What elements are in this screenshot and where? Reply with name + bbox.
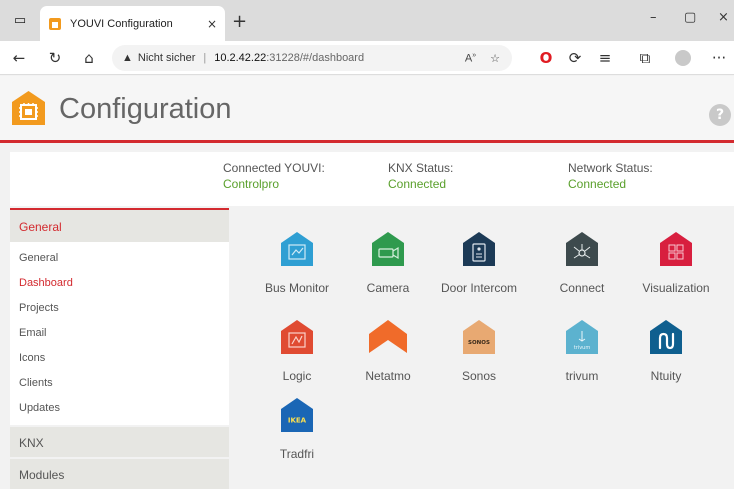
tile-label: Tradfri <box>279 447 315 461</box>
tile-connect[interactable]: Connect <box>532 231 632 295</box>
address-bar[interactable]: ▲ Nicht sicher | 10.2.42.22 :31228/#/das… <box>112 45 512 71</box>
network-status-label: Network Status: <box>568 161 653 175</box>
tab-actions-icon[interactable]: ▭ <box>8 8 32 32</box>
tile-netatmo[interactable]: Netatmo <box>338 319 438 383</box>
tile-label: Logic <box>282 369 312 383</box>
minimize-button[interactable]: – <box>650 10 657 25</box>
maximize-button[interactable]: ▢ <box>684 10 696 25</box>
help-icon[interactable]: ? <box>709 104 731 126</box>
youvi-logo-icon <box>12 91 45 125</box>
header-divider <box>0 140 734 143</box>
read-aloud-icon[interactable]: A» <box>465 52 476 65</box>
home-icon[interactable]: ⌂ <box>78 47 100 69</box>
tile-label: Bus Monitor <box>264 281 330 295</box>
knx-status: KNX Status: Connected <box>388 160 453 192</box>
sidebar-item-general[interactable]: General <box>10 246 229 271</box>
trivum-icon: trivum <box>566 320 598 354</box>
insecure-label: Nicht sicher <box>137 52 196 64</box>
tile-label: Ntuity <box>650 369 682 383</box>
address-path: :31228/#/dashboard <box>266 52 365 64</box>
browser-tab[interactable]: YOUVI Configuration × <box>40 6 225 41</box>
sidebar-item-icons[interactable]: Icons <box>10 346 229 371</box>
sidebar-item-dashboard[interactable]: Dashboard <box>10 271 229 296</box>
sidebar: General General Dashboard Projects Email… <box>10 208 229 489</box>
favorites-list-icon[interactable]: ≡ <box>594 47 616 69</box>
sidebar-item-email[interactable]: Email <box>10 321 229 346</box>
connected-youvi-value: Controlpro <box>223 177 280 191</box>
favorite-star-icon[interactable]: ☆ <box>490 52 500 65</box>
page-title: Configuration <box>59 93 232 125</box>
address-separator: | <box>203 52 207 64</box>
knx-status-label: KNX Status: <box>388 161 454 175</box>
tile-label: Camera <box>366 281 410 295</box>
sidebar-item-projects[interactable]: Projects <box>10 296 229 321</box>
tile-tradfri[interactable]: IKEA Tradfri <box>247 397 347 461</box>
address-host: 10.2.42.22 <box>214 52 267 64</box>
sonos-icon: SONOS <box>463 320 495 354</box>
network-status: Network Status: Connected <box>568 160 653 192</box>
tile-door-intercom[interactable]: Door Intercom <box>429 231 529 295</box>
sidebar-item-updates[interactable]: Updates <box>10 396 229 421</box>
tile-bus-monitor[interactable]: Bus Monitor <box>247 231 347 295</box>
reload-icon[interactable]: ↻ <box>44 47 66 69</box>
close-window-button[interactable]: × <box>718 10 729 25</box>
network-status-value: Connected <box>568 177 627 191</box>
camera-icon <box>372 232 404 266</box>
tile-visualization[interactable]: Visualization <box>626 231 726 295</box>
browser-nav-bar: ← ↻ ⌂ ▲ Nicht sicher | 10.2.42.22 :31228… <box>0 41 734 75</box>
tile-ntuity[interactable]: Ntuity <box>616 319 716 383</box>
tile-camera[interactable]: Camera <box>338 231 438 295</box>
tile-label: Sonos <box>461 369 497 383</box>
visualization-icon <box>660 232 692 266</box>
tile-label: Visualization <box>642 281 710 295</box>
sidebar-section-knx[interactable]: KNX <box>10 427 229 457</box>
tile-sonos[interactable]: SONOS Sonos <box>429 319 529 383</box>
opera-icon[interactable]: O <box>535 47 557 69</box>
tradfri-icon: IKEA <box>281 398 313 432</box>
knx-status-value: Connected <box>388 177 447 191</box>
app-header: Configuration ? <box>0 76 734 140</box>
status-bar: Connected YOUVI: Controlpro KNX Status: … <box>10 152 734 206</box>
warning-icon: ▲ <box>122 52 133 64</box>
tile-label: Netatmo <box>365 369 411 383</box>
sidebar-item-clients[interactable]: Clients <box>10 371 229 396</box>
tile-logic[interactable]: Logic <box>247 319 347 383</box>
tab-title: YOUVI Configuration <box>70 17 173 30</box>
door-intercom-icon <box>463 232 495 266</box>
profile-avatar-icon[interactable] <box>672 47 694 69</box>
back-arrow-icon[interactable]: ← <box>8 47 30 69</box>
browser-tab-bar: ▭ YOUVI Configuration × + – ▢ × <box>0 0 734 41</box>
logic-icon <box>281 320 313 354</box>
collections-icon[interactable]: ⧉ <box>634 47 656 69</box>
sidebar-general-list: General Dashboard Projects Email Icons C… <box>10 242 229 425</box>
sidebar-section-modules[interactable]: Modules <box>10 459 229 489</box>
tile-label: Connect <box>559 281 605 295</box>
dashboard-grid: Bus Monitor Camera Door Intercom Connect <box>232 208 734 489</box>
new-tab-button[interactable]: + <box>232 11 247 32</box>
extensions-icon[interactable]: ⟳ <box>564 47 586 69</box>
sidebar-section-general[interactable]: General <box>10 208 229 242</box>
netatmo-icon <box>369 320 407 353</box>
bus-monitor-icon <box>281 232 313 266</box>
tab-close-icon[interactable]: × <box>207 17 217 31</box>
trivum-badge-text: trivum <box>574 345 591 351</box>
youvi-favicon-icon <box>49 17 61 30</box>
connected-youvi-label: Connected YOUVI: <box>223 161 325 175</box>
tile-label: Door Intercom <box>440 281 518 295</box>
ikea-badge-text: IKEA <box>288 417 307 425</box>
ntuity-icon <box>650 320 682 354</box>
connected-youvi-status: Connected YOUVI: Controlpro <box>223 160 325 192</box>
sonos-badge-text: SONOS <box>468 340 490 346</box>
connect-icon <box>566 232 598 266</box>
more-menu-icon[interactable]: ··· <box>708 47 730 69</box>
